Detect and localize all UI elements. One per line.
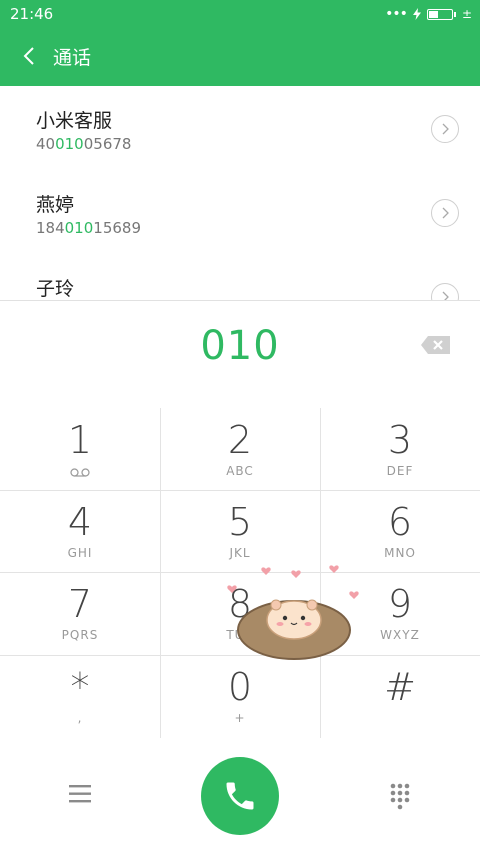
contact-match-list: 小米客服 4001005678 燕婷 18401015689 子玲	[0, 86, 480, 300]
key-0[interactable]: 0 +	[160, 655, 320, 737]
call-button[interactable]	[201, 757, 279, 835]
menu-icon	[69, 785, 91, 803]
dial-display: 010	[0, 300, 480, 409]
dialpad-icon	[390, 783, 410, 810]
charging-indicator: ±	[461, 7, 472, 21]
phone-icon	[226, 782, 254, 810]
key-3[interactable]: 3 DEF	[320, 408, 480, 490]
list-item[interactable]: 子玲	[0, 254, 480, 300]
contact-detail-button[interactable]	[431, 199, 459, 227]
list-item[interactable]: 燕婷 18401015689	[0, 170, 480, 254]
chevron-left-icon	[23, 47, 34, 65]
key-7[interactable]: 7 PQRS	[0, 572, 160, 654]
bottom-bar	[0, 738, 480, 853]
contact-number: 18401015689	[36, 219, 141, 237]
key-1[interactable]: 1	[0, 408, 160, 490]
chevron-right-icon	[442, 123, 449, 135]
contact-name: 燕婷	[36, 194, 75, 216]
voicemail-icon	[0, 466, 160, 480]
charging-bolt-icon	[412, 8, 421, 20]
signal-icon: •••	[385, 6, 408, 22]
app-header: 21:46 ••• ± 通话	[0, 0, 480, 86]
key-4[interactable]: 4 GHI	[0, 490, 160, 572]
backspace-icon	[421, 336, 450, 354]
delete-button[interactable]	[420, 335, 452, 355]
contact-name: 小米客服	[36, 110, 113, 132]
key-2[interactable]: 2 ABC	[160, 408, 320, 490]
status-bar: 21:46 ••• ±	[0, 0, 480, 28]
dialpad-toggle-button[interactable]	[386, 782, 414, 810]
contact-detail-button[interactable]	[431, 115, 459, 143]
battery-icon	[426, 8, 456, 20]
title-bar: 通话	[0, 28, 480, 86]
key-star[interactable]: * ,	[0, 655, 160, 737]
menu-button[interactable]	[66, 782, 94, 806]
status-icons: ••• ±	[385, 4, 472, 24]
key-hash[interactable]: #	[320, 655, 480, 737]
contact-number: 4001005678	[36, 135, 132, 153]
status-time: 21:46	[10, 5, 54, 23]
dialed-number: 010	[200, 323, 280, 369]
hamster-sticker	[222, 560, 362, 664]
chevron-right-icon	[442, 291, 449, 300]
contact-detail-button[interactable]	[431, 283, 459, 300]
contact-name: 子玲	[36, 278, 75, 300]
back-button[interactable]	[14, 40, 44, 72]
page-title: 通话	[53, 47, 92, 69]
chevron-right-icon	[442, 207, 449, 219]
list-item[interactable]: 小米客服 4001005678	[0, 86, 480, 170]
